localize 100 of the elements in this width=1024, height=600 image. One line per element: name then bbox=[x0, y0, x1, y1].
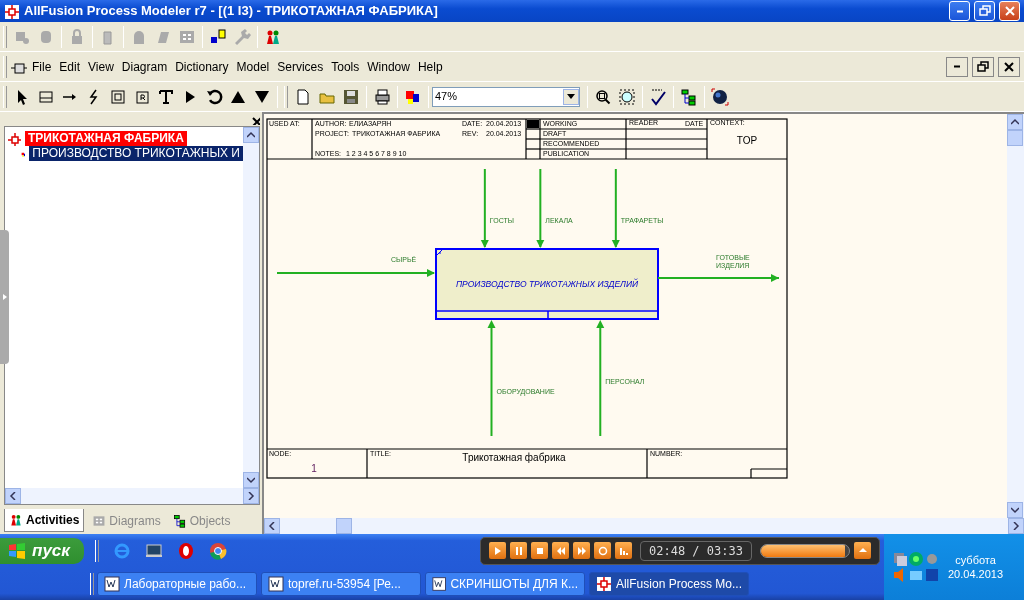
globe-icon bbox=[711, 87, 729, 106]
model-icon bbox=[209, 27, 227, 46]
print-icon bbox=[373, 87, 391, 106]
start-button[interactable]: пуск bbox=[0, 537, 84, 564]
chevron-up-icon bbox=[247, 131, 255, 139]
text-icon bbox=[157, 87, 175, 106]
menu-item[interactable]: Dictionary bbox=[171, 57, 233, 76]
chevron-up-icon bbox=[1011, 118, 1019, 126]
app-icon bbox=[596, 575, 612, 592]
app-icon bbox=[4, 3, 20, 20]
dropdown-button[interactable] bbox=[563, 88, 579, 105]
close-icon bbox=[250, 115, 260, 125]
taskbar-button[interactable]: AllFusion Process Mo... bbox=[589, 571, 749, 596]
tree-item[interactable]: ТРИКОТАЖНАЯ ФАБРИКА bbox=[25, 131, 187, 146]
chevron-left-icon bbox=[9, 492, 17, 500]
node-number: 1 bbox=[311, 463, 317, 474]
menu-item[interactable]: Tools bbox=[327, 57, 364, 76]
tree-icon bbox=[172, 513, 187, 528]
app-icon bbox=[924, 567, 940, 583]
scroll-left-button[interactable] bbox=[5, 488, 21, 504]
menu-item[interactable]: View bbox=[84, 57, 118, 76]
panel-tab[interactable]: Activities bbox=[4, 509, 85, 532]
player-button[interactable] bbox=[510, 542, 527, 559]
tree-icon bbox=[680, 87, 698, 106]
scroll-right-button[interactable] bbox=[1008, 518, 1024, 534]
zoom-field[interactable]: 47% bbox=[432, 86, 580, 107]
opera-icon bbox=[176, 541, 195, 560]
date-label: 20.04.2013 bbox=[948, 567, 1004, 581]
camera-icon bbox=[908, 551, 924, 567]
close-icon bbox=[1002, 4, 1017, 18]
minimize-icon bbox=[953, 65, 961, 68]
fast-forward-icon bbox=[575, 544, 588, 557]
taskbar-button[interactable]: СКРИНШОТЫ ДЛЯ К... bbox=[425, 571, 585, 596]
scroll-thumb[interactable] bbox=[1007, 130, 1023, 146]
network-icon bbox=[892, 551, 908, 567]
window-title: AllFusion Process Modeler r7 - [(1 I3) - ТРИКОТАЖНАЯ ФАБРИКА] bbox=[24, 2, 438, 21]
chevron-right-icon bbox=[1012, 522, 1020, 530]
activity-label: ПРОИЗВОДСТВО ТРИКОТАЖНЫХ ИЗДЕЛИЙ bbox=[455, 279, 639, 289]
repeat-icon bbox=[596, 544, 609, 557]
eject-button[interactable] bbox=[854, 542, 871, 559]
player-button[interactable] bbox=[573, 542, 590, 559]
restore-icon bbox=[976, 59, 990, 74]
menu-item[interactable]: File bbox=[28, 57, 56, 76]
document-icon bbox=[432, 575, 447, 592]
restore-button[interactable] bbox=[972, 56, 994, 77]
time-display: 02:48 / 03:33 bbox=[640, 540, 752, 561]
new-icon bbox=[294, 87, 312, 106]
document-icon bbox=[268, 575, 284, 592]
day-label: суббота bbox=[955, 553, 996, 567]
people-icon bbox=[9, 513, 23, 527]
scroll-right-button[interactable] bbox=[243, 488, 259, 504]
scroll-left-button[interactable] bbox=[264, 518, 280, 534]
desktop-icon bbox=[144, 541, 163, 560]
expand-icon bbox=[2, 294, 7, 300]
minimize-icon bbox=[955, 9, 964, 13]
volume-track[interactable] bbox=[759, 543, 850, 558]
scroll-down-button[interactable] bbox=[243, 472, 259, 488]
chevron-down-icon bbox=[1011, 506, 1019, 514]
model-icon bbox=[7, 131, 21, 146]
chevron-right-icon bbox=[247, 492, 255, 500]
frame-icon bbox=[109, 87, 127, 106]
taskbar-button[interactable]: Лабораторные рабо... bbox=[97, 571, 257, 596]
diagram-title: Трикотажная фабрика bbox=[462, 452, 566, 463]
chevron-left-icon bbox=[268, 522, 276, 530]
menu-item[interactable]: Model bbox=[232, 57, 274, 76]
zoom-icon bbox=[594, 87, 612, 106]
close-icon bbox=[1002, 59, 1016, 74]
document-icon bbox=[104, 575, 120, 592]
save-icon bbox=[342, 87, 360, 106]
taskbar-button[interactable]: topref.ru-53954 [Ре... bbox=[261, 571, 421, 596]
menu-item[interactable]: Help bbox=[413, 57, 447, 76]
caret-icon bbox=[567, 94, 575, 99]
arrow-icon bbox=[62, 92, 78, 101]
context-value: TOP bbox=[736, 135, 758, 146]
menu-item[interactable]: Diagram bbox=[117, 57, 172, 76]
rotate-icon bbox=[205, 87, 223, 106]
zoom-fit-icon bbox=[618, 87, 636, 106]
close-button[interactable] bbox=[998, 56, 1020, 77]
wrench-icon bbox=[233, 27, 251, 46]
player-button[interactable] bbox=[552, 542, 569, 559]
player-button[interactable] bbox=[594, 542, 611, 559]
browser-icon bbox=[112, 541, 131, 560]
chrome-icon bbox=[208, 541, 227, 560]
menu-item[interactable]: Window bbox=[363, 57, 414, 76]
scroll-thumb[interactable] bbox=[336, 518, 352, 534]
menu-item[interactable]: Edit bbox=[55, 57, 85, 76]
menu-item[interactable]: Services bbox=[273, 57, 328, 76]
spellcheck-icon bbox=[649, 87, 667, 106]
tree-item[interactable]: ПРОИЗВОДСТВО ТРИКОТАЖНЫХ И bbox=[29, 146, 243, 161]
restore-icon bbox=[977, 4, 992, 18]
scroll-up-button[interactable] bbox=[1007, 114, 1023, 130]
scroll-down-button[interactable] bbox=[1007, 502, 1023, 518]
minimize-button[interactable] bbox=[946, 56, 968, 77]
grid-icon bbox=[92, 513, 107, 528]
scroll-up-button[interactable] bbox=[243, 127, 259, 143]
chevron-down-icon bbox=[247, 476, 255, 484]
player-button[interactable] bbox=[489, 542, 506, 559]
player-button[interactable] bbox=[531, 542, 548, 559]
splitter-handle[interactable] bbox=[0, 230, 9, 364]
player-button[interactable] bbox=[615, 542, 632, 559]
